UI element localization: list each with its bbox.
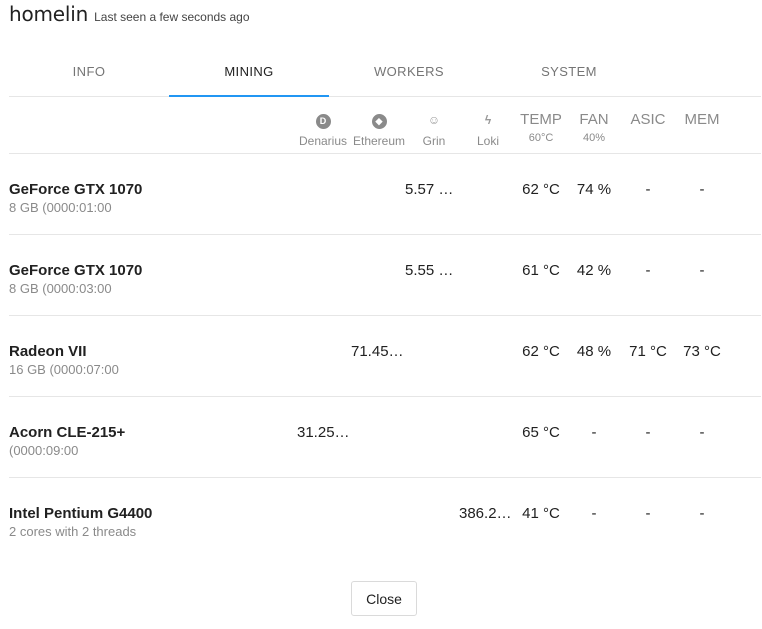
tab-bar: INFO MINING WORKERS SYSTEM xyxy=(9,46,761,97)
mem-cell: - xyxy=(699,505,705,522)
device-description: (0000:09:00 xyxy=(9,443,79,458)
device-row: Intel Pentium G4400 2 cores with 2 threa… xyxy=(9,478,761,558)
page-title: homelin xyxy=(9,2,89,26)
column-header-asic: ASIC xyxy=(630,111,666,128)
device-name: Acorn CLE-215+ xyxy=(9,424,126,441)
temp-cell: 62 °C xyxy=(522,181,560,198)
device-row: GeForce GTX 1070 8 GB (0000:03:00 5.55 …… xyxy=(9,235,761,316)
asic-cell: - xyxy=(645,181,651,198)
fan-cell: - xyxy=(591,424,597,441)
hashrate-cell: 5.57 … xyxy=(405,181,454,198)
last-seen-text: Last seen a few seconds ago xyxy=(94,10,250,24)
device-name: Radeon VII xyxy=(9,343,87,360)
fan-threshold: 40% xyxy=(582,132,606,144)
column-header-ethereum: ◆ Ethereum xyxy=(352,114,406,148)
device-name: GeForce GTX 1070 xyxy=(9,181,143,198)
device-row: Acorn CLE-215+ (0000:09:00 31.25… 65 °C … xyxy=(9,397,761,478)
asic-cell: - xyxy=(645,262,651,279)
device-description: 8 GB (0000:01:00 xyxy=(9,200,112,215)
table-header: D Denarius ◆ Ethereum ☺ Grin ϟ Loki TEMP… xyxy=(9,97,761,154)
tab-system[interactable]: SYSTEM xyxy=(489,46,649,96)
column-header-denarius: D Denarius xyxy=(295,111,351,148)
fan-cell: 74 % xyxy=(576,181,612,198)
tab-info[interactable]: INFO xyxy=(9,46,169,96)
temp-cell: 65 °C xyxy=(522,424,560,441)
asic-cell: - xyxy=(645,424,651,441)
mem-cell: - xyxy=(699,262,705,279)
device-description: 16 GB (0000:07:00 xyxy=(9,362,119,377)
device-name: GeForce GTX 1070 xyxy=(9,262,143,279)
column-header-temp: TEMP 60°C xyxy=(515,111,567,144)
loki-coin-icon: ϟ xyxy=(484,113,492,127)
column-header-grin: ☺ Grin xyxy=(422,113,446,148)
fan-cell: 42 % xyxy=(576,262,612,279)
device-name: Intel Pentium G4400 xyxy=(9,505,153,522)
mem-cell: - xyxy=(699,181,705,198)
device-description: 8 GB (0000:03:00 xyxy=(9,281,112,296)
column-header-loki: ϟ Loki xyxy=(476,113,499,148)
device-row: Radeon VII 16 GB (0000:07:00 71.45… 62 °… xyxy=(9,316,761,397)
device-description: 2 cores with 2 threads xyxy=(9,524,137,539)
hashrate-cell: 71.45… xyxy=(351,343,404,360)
asic-cell: 71 °C xyxy=(629,343,667,360)
fan-cell: 48 % xyxy=(576,343,612,360)
fan-cell: - xyxy=(591,505,597,522)
page-header: homelin Last seen a few seconds ago xyxy=(9,2,250,28)
tab-workers[interactable]: WORKERS xyxy=(329,46,489,96)
temp-threshold: 60°C xyxy=(528,132,554,144)
mem-cell: - xyxy=(699,424,705,441)
tab-mining[interactable]: MINING xyxy=(169,46,329,97)
temp-cell: 61 °C xyxy=(522,262,560,279)
hashrate-cell: 386.2… xyxy=(459,505,512,522)
hashrate-cell: 31.25… xyxy=(297,424,350,441)
asic-cell: - xyxy=(645,505,651,522)
ethereum-coin-icon: ◆ xyxy=(371,114,387,129)
column-header-fan: FAN 40% xyxy=(568,111,620,144)
denarius-coin-icon: D xyxy=(315,113,331,129)
hashrate-cell: 5.55 … xyxy=(405,262,454,279)
temp-cell: 62 °C xyxy=(522,343,560,360)
grin-coin-icon: ☺ xyxy=(427,113,441,127)
close-button[interactable]: Close xyxy=(351,581,417,616)
mem-cell: 73 °C xyxy=(683,343,721,360)
temp-cell: 41 °C xyxy=(522,505,560,522)
column-header-mem: MEM xyxy=(684,111,720,128)
device-row: GeForce GTX 1070 8 GB (0000:01:00 5.57 …… xyxy=(9,154,761,235)
